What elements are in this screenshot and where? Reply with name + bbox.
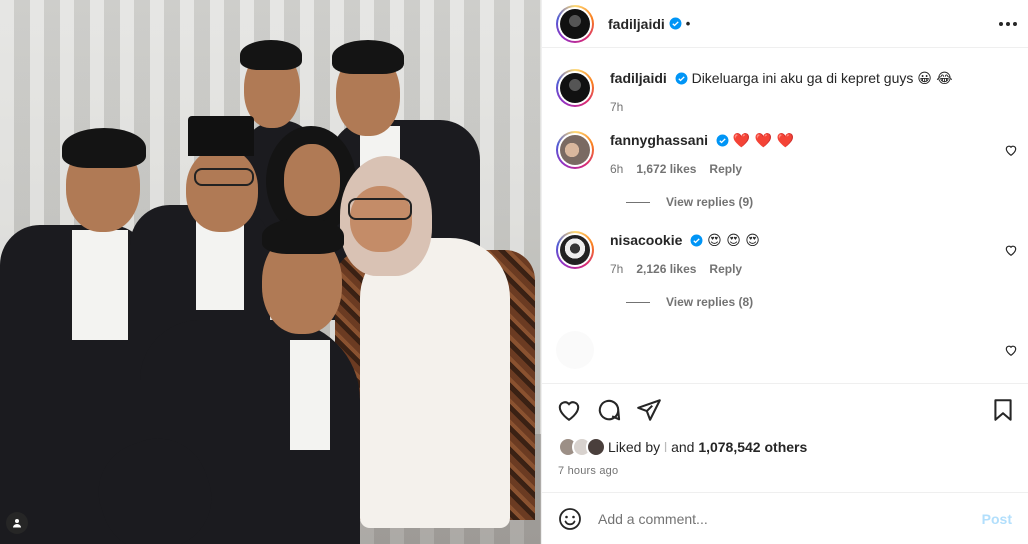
likes-count[interactable]: 1,078,542 others (698, 439, 807, 455)
emoji-smiley-icon[interactable] (558, 507, 582, 531)
post-photo[interactable] (0, 0, 541, 544)
comment-time[interactable]: 6h (610, 160, 623, 178)
comment-time[interactable]: 7h (610, 260, 623, 278)
caption-author-avatar[interactable] (556, 69, 594, 107)
comment-username[interactable]: nisacookie (610, 232, 682, 248)
tagged-users-icon[interactable] (6, 512, 28, 534)
commenter-avatar[interactable] (556, 131, 594, 169)
comment-item: fannyghassani ❤️ ❤️ ❤️ 6h 1,672 likes Re… (556, 131, 1018, 178)
view-replies-button[interactable]: View replies (9) (626, 195, 753, 209)
comment-bubble-icon[interactable] (596, 397, 622, 423)
caption-time[interactable]: 7h (610, 98, 623, 116)
author-username[interactable]: fadiljaidi (608, 16, 665, 32)
post-header: fadiljaidi • (542, 0, 1028, 48)
verified-badge-icon (675, 72, 688, 85)
loading-avatar (556, 331, 594, 369)
caption: fadiljaidi Dikeluarga ini aku ga di kepr… (556, 69, 1018, 116)
reply-button[interactable]: Reply (709, 260, 742, 278)
liker-avatars[interactable] (558, 437, 606, 457)
instagram-post: fadiljaidi • fadiljaidi Dikeluarga ini a… (0, 0, 1028, 544)
comment-composer: Post (542, 492, 1028, 544)
like-comment-heart-icon[interactable] (1004, 343, 1018, 357)
comment-text: ❤️ ❤️ ❤️ (732, 133, 795, 149)
view-replies-label: View replies (9) (666, 195, 754, 209)
like-comment-heart-icon[interactable] (1004, 243, 1018, 257)
comment-likes[interactable]: 1,672 likes (636, 160, 696, 178)
replies-divider (626, 301, 650, 303)
caption-username[interactable]: fadiljaidi (610, 70, 667, 86)
comment-item-loading (556, 331, 1018, 369)
view-replies-button[interactable]: View replies (8) (626, 295, 753, 309)
likes-summary: Liked by l and 1,078,542 others (558, 437, 807, 457)
comment-item: nisacookie 😍 😍 😍 7h 2,126 likes Reply (556, 231, 1018, 278)
post-comment-button[interactable]: Post (982, 511, 1012, 527)
caption-text: Dikeluarga ini aku ga di kepret guys (691, 70, 914, 86)
author-avatar[interactable] (556, 4, 594, 43)
like-heart-icon[interactable] (556, 397, 582, 423)
like-comment-heart-icon[interactable] (1004, 143, 1018, 157)
liked-by-user[interactable]: l (664, 439, 667, 455)
save-bookmark-icon[interactable] (990, 397, 1016, 423)
liked-by-and: and (671, 439, 695, 455)
comment-input[interactable] (598, 510, 982, 527)
comment-likes[interactable]: 2,126 likes (636, 260, 696, 278)
comment-text: 😍 😍 😍 (707, 233, 760, 249)
post-timestamp[interactable]: 7 hours ago (558, 465, 618, 477)
share-paper-plane-icon[interactable] (636, 397, 662, 423)
verified-badge-icon (690, 234, 703, 247)
view-replies-label: View replies (8) (666, 295, 754, 309)
action-bar (542, 383, 1028, 435)
header-separator: • (685, 16, 691, 31)
comment-username[interactable]: fannyghassani (610, 132, 708, 148)
reply-button[interactable]: Reply (709, 160, 742, 178)
verified-badge-icon (669, 17, 682, 30)
comments-list[interactable]: fadiljaidi Dikeluarga ini aku ga di kepr… (542, 49, 1028, 382)
verified-badge-icon (716, 134, 729, 147)
liked-by-prefix: Liked by (608, 439, 661, 455)
more-options-icon[interactable] (996, 13, 1020, 35)
commenter-avatar[interactable] (556, 231, 594, 269)
replies-divider (626, 201, 650, 203)
caption-emoji: 😀 😂 (917, 71, 953, 87)
post-side-panel: fadiljaidi • fadiljaidi Dikeluarga ini a… (541, 0, 1028, 544)
